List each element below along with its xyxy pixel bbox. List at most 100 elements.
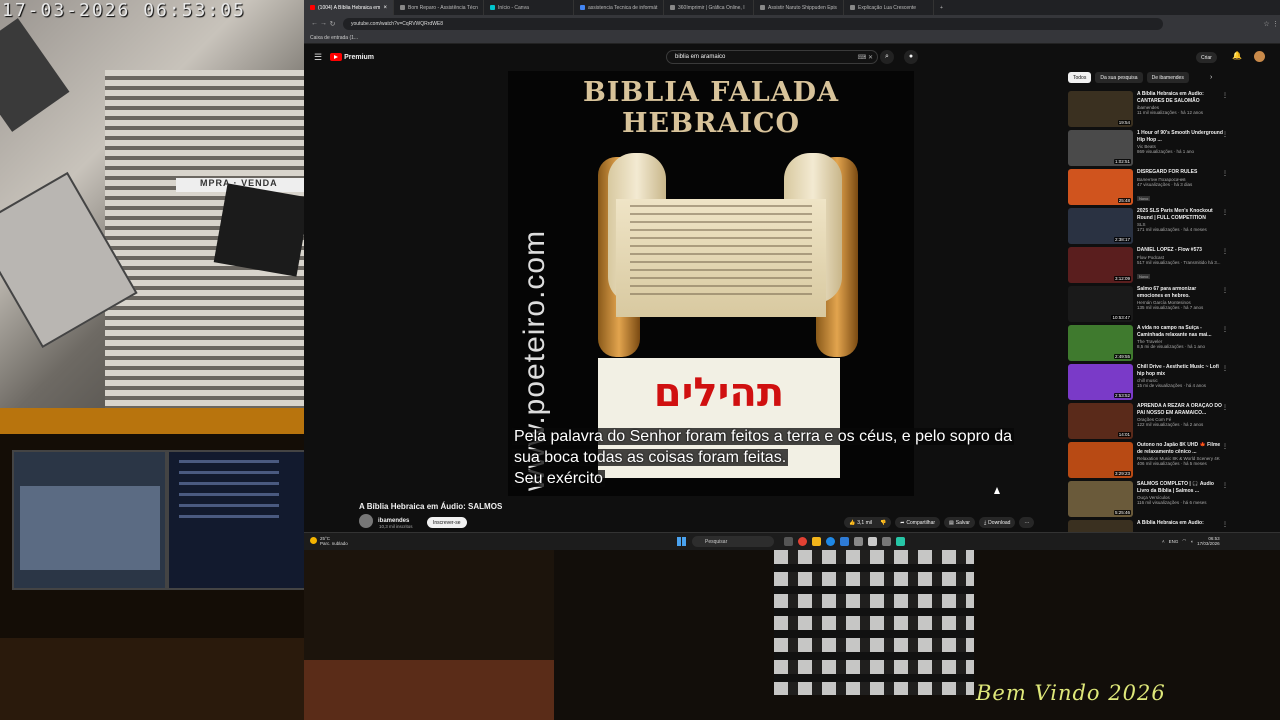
channel-avatar[interactable] <box>359 514 373 528</box>
browser-tab[interactable]: 360Imprimir | Gráfica Online, I <box>664 0 754 15</box>
taskbar-search[interactable]: Pesquisar <box>692 536 774 547</box>
video-title[interactable]: Salmo 67 para armonizar emociones en heb… <box>1137 286 1223 299</box>
video-thumbnail[interactable]: 19:54 <box>1068 91 1133 127</box>
share-button[interactable]: ➦ Compartilhar <box>895 517 941 528</box>
recommended-video[interactable]: 2:38:17 2025 SLS Paris Men's Knockout Rou… <box>1068 208 1228 247</box>
more-options-icon[interactable]: ⋮ <box>1222 92 1228 99</box>
recommended-video[interactable]: 5:25:46 SALMOS COMPLETO | 🎧 Áudio Livro d… <box>1068 481 1228 520</box>
recommended-video[interactable]: 3:29:23 Outono no Japão 8K UHD 🍁 Filme de… <box>1068 442 1228 481</box>
chip-from-search[interactable]: Da sua pesquisa <box>1095 72 1143 83</box>
video-title[interactable]: DANIEL LOPEZ - Flow #573 <box>1137 247 1223 254</box>
bookmark-item[interactable]: Caixa de entrada (1... <box>310 35 358 41</box>
new-tab-button[interactable]: + <box>934 0 948 15</box>
chip-from-channel[interactable]: De ibamendes <box>1146 72 1189 83</box>
more-options-icon[interactable]: ⋮ <box>1222 287 1228 294</box>
search-icon[interactable]: ⌕ <box>880 50 894 64</box>
volume-icon[interactable]: ◖ <box>1190 539 1193 544</box>
windows-start-icon[interactable] <box>677 537 686 546</box>
video-thumbnail[interactable]: 2:38:17 <box>1068 208 1133 244</box>
star-icon[interactable]: ☆ <box>1262 20 1271 28</box>
clock[interactable]: 06:53 17/03/2026 <box>1197 536 1220 546</box>
browser-tab[interactable]: (1004) A Bíblia Hebraica em × <box>304 0 394 15</box>
video-title[interactable]: A Bíblia Hebraica em Áudio: CANTARES DE … <box>1137 91 1223 104</box>
browser-tab[interactable]: assistencia Tecnica de informát <box>574 0 664 15</box>
wifi-icon[interactable]: ◠ <box>1182 538 1186 544</box>
store-icon[interactable] <box>840 537 849 546</box>
folder-icon[interactable] <box>812 537 821 546</box>
video-thumbnail[interactable]: 3:12:09 <box>1068 247 1133 283</box>
chevron-right-icon[interactable]: › <box>1210 74 1212 81</box>
recommended-video[interactable]: 3:12:09 DANIEL LOPEZ - Flow #573 Flow Podc… <box>1068 247 1228 286</box>
video-thumbnail[interactable]: 2:53:52 <box>1068 364 1133 400</box>
video-title[interactable]: DISREGARD FOR RULES <box>1137 169 1223 176</box>
video-thumbnail[interactable]: 1:02:51 <box>1068 130 1133 166</box>
chip-all[interactable]: Todos <box>1068 72 1092 83</box>
browser-tab[interactable]: Bom Reparo - Assistência Técn <box>394 0 484 15</box>
download-button[interactable]: ⤓ Download <box>978 517 1016 528</box>
youtube-logo[interactable]: Premium <box>330 53 374 61</box>
reload-icon[interactable]: ↻ <box>328 20 337 28</box>
video-title[interactable]: A Bíblia Hebraica em Áudio: <box>1137 520 1223 527</box>
weather-widget[interactable]: 25°C Parc. nublado <box>310 536 348 546</box>
more-actions-button[interactable]: ··· <box>1019 517 1035 528</box>
search-input[interactable]: biblia em aramaico ⌨ ✕ <box>666 50 878 64</box>
app-icon[interactable] <box>854 537 863 546</box>
recommended-video[interactable]: 10:53:47 Salmo 67 para armonizar emocione… <box>1068 286 1228 325</box>
more-options-icon[interactable]: ⋮ <box>1222 482 1228 489</box>
keyboard-icon[interactable]: ⌨ ✕ <box>858 54 873 61</box>
more-options-icon[interactable]: ⋮ <box>1222 248 1228 255</box>
video-thumbnail[interactable]: 10:53:47 <box>1068 286 1133 322</box>
more-options-icon[interactable]: ⋮ <box>1222 443 1228 450</box>
video-title[interactable]: 1 Hour of 90's Smooth Underground Hip Ho… <box>1137 130 1223 143</box>
video-thumbnail[interactable]: 14:01 <box>1068 403 1133 439</box>
browser-tab[interactable]: Explicação Lua Crescente <box>844 0 934 15</box>
recommended-video[interactable]: 14:01 APRENDA A REZAR A ORAÇÃO DO PAI NOS… <box>1068 403 1228 442</box>
save-button[interactable]: ▤ Salvar <box>944 517 975 528</box>
chevron-up-icon[interactable]: ˄ <box>1162 539 1165 544</box>
url-field[interactable]: youtube.com/watch?v=CqRVWQRrdWE8 <box>343 17 1163 30</box>
avatar[interactable] <box>1254 51 1265 62</box>
thumbs-down-icon[interactable]: 👎 <box>880 520 886 526</box>
more-options-icon[interactable]: ⋮ <box>1222 209 1228 216</box>
browser-tab[interactable]: Assistir Naruto Shippuden Epis <box>754 0 844 15</box>
menu-icon[interactable]: ☰ <box>314 52 322 63</box>
recommended-video[interactable]: 1:02:51 1 Hour of 90's Smooth Underground… <box>1068 130 1228 169</box>
notifications-icon[interactable]: 🔔 <box>1232 51 1242 60</box>
more-options-icon[interactable]: ⋮ <box>1222 326 1228 333</box>
video-title[interactable]: 2025 SLS Paris Men's Knockout Round | FU… <box>1137 208 1223 221</box>
edge-icon[interactable] <box>826 537 835 546</box>
more-options-icon[interactable]: ⋮ <box>1222 131 1228 138</box>
more-options-icon[interactable]: ⋮ <box>1222 365 1228 372</box>
video-title[interactable]: Chill Drive - Aesthetic Music ~ Lofi hip… <box>1137 364 1223 377</box>
more-options-icon[interactable]: ⋮ <box>1222 170 1228 177</box>
chrome-icon[interactable] <box>798 537 807 546</box>
recommended-video[interactable]: 2:53:52 Chill Drive - Aesthetic Music ~ L… <box>1068 364 1228 403</box>
recommended-video[interactable]: 25:48 DISREGARD FOR RULES Валентин Позарос… <box>1068 169 1228 208</box>
app-icon[interactable] <box>882 537 891 546</box>
menu-icon[interactable]: ⋮ <box>1271 20 1280 28</box>
recommended-video[interactable]: 19:54 A Bíblia Hebraica em Áudio: CANTARE… <box>1068 91 1228 130</box>
close-icon[interactable]: × <box>383 5 387 11</box>
back-icon[interactable]: ← <box>310 20 319 27</box>
task-view-icon[interactable] <box>784 537 793 546</box>
video-title[interactable]: A vida no campo na Suíça - Caminhada rel… <box>1137 325 1223 338</box>
video-thumbnail[interactable]: 5:25:46 <box>1068 481 1133 517</box>
recommended-video[interactable]: 2:49:55 A vida no campo na Suíça - Caminh… <box>1068 325 1228 364</box>
more-options-icon[interactable]: ⋮ <box>1222 521 1228 528</box>
video-thumbnail[interactable]: 2:49:55 <box>1068 325 1133 361</box>
video-title[interactable]: APRENDA A REZAR A ORAÇÃO DO PAI NOSSO EM… <box>1137 403 1223 416</box>
like-button[interactable]: 👍 3,1 mil 👎 <box>844 517 892 528</box>
video-title[interactable]: Outono no Japão 8K UHD 🍁 Filme de relaxa… <box>1137 442 1223 455</box>
app-icon[interactable] <box>868 537 877 546</box>
app-icon[interactable] <box>896 537 905 546</box>
more-options-icon[interactable]: ⋮ <box>1222 404 1228 411</box>
language-indicator[interactable]: ENG <box>1169 539 1179 544</box>
microphone-icon[interactable]: ● <box>904 50 918 64</box>
video-thumbnail[interactable]: 3:29:23 <box>1068 442 1133 478</box>
forward-icon[interactable]: → <box>319 20 328 27</box>
browser-tab[interactable]: Início - Canva <box>484 0 574 15</box>
create-button[interactable]: Criar <box>1196 52 1217 63</box>
video-title[interactable]: SALMOS COMPLETO | 🎧 Áudio Livro da Bíbli… <box>1137 481 1223 494</box>
subscribe-button[interactable]: Inscrever-se <box>427 517 467 528</box>
video-thumbnail[interactable]: 25:48 <box>1068 169 1133 205</box>
